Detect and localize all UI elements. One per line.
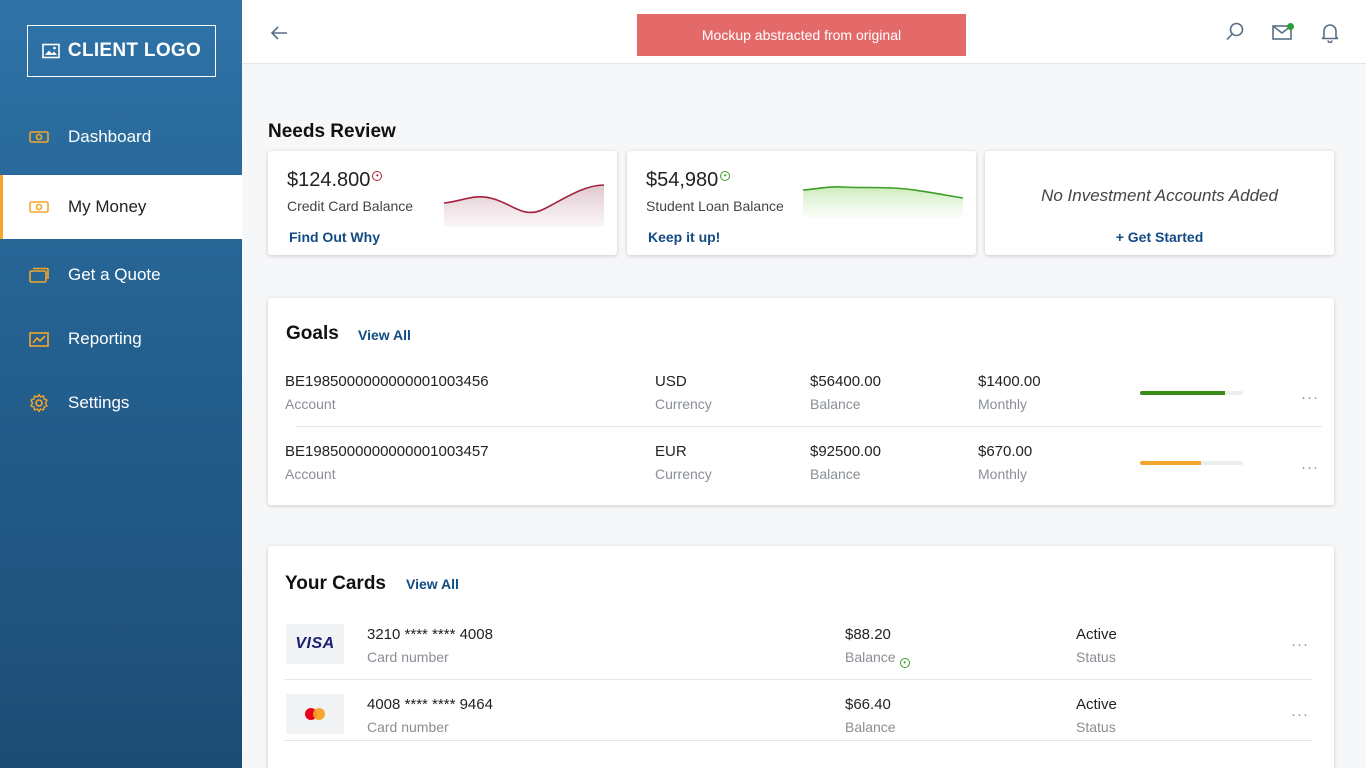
goal-monthly: $670.00	[978, 443, 1033, 460]
goals-card: Goals View All BE1985000000000001003456 …	[268, 298, 1334, 505]
goal-account-number: BE1985000000000001003457	[285, 443, 489, 460]
student-loan-review-card: $54,980 • Student Loan Balance Keep it up…	[627, 151, 976, 255]
row-divider	[285, 740, 1312, 741]
goal-currency: EUR	[655, 443, 687, 460]
credit-card-sparkline	[444, 184, 604, 227]
goal-account-label: Account	[285, 466, 336, 482]
get-started-label: Get Started	[1127, 229, 1204, 245]
your-cards-title: Your Cards	[285, 573, 387, 594]
card-status-label: Status	[1076, 649, 1116, 665]
gear-icon	[29, 393, 49, 413]
notification-dot	[1287, 23, 1294, 30]
needs-review-title: Needs Review	[268, 121, 396, 142]
card-number-label: Card number	[367, 719, 449, 735]
card-number: 3210 **** **** 4008	[367, 626, 493, 643]
sidebar-item-get-a-quote[interactable]: Get a Quote	[0, 243, 242, 307]
card-status-label: Status	[1076, 719, 1116, 735]
card-balance: $88.20	[845, 626, 891, 643]
goals-view-all-link[interactable]: View All	[358, 327, 411, 343]
plus-icon: +	[1115, 229, 1128, 245]
search-icon[interactable]	[1224, 21, 1246, 43]
credit-card-label: Credit Card Balance	[287, 198, 414, 214]
find-out-why-link[interactable]: Find Out Why	[289, 229, 380, 245]
more-options-icon[interactable]: ···	[1301, 459, 1319, 476]
credit-card-review-card: $124.800 • Credit Card Balance Find Out W…	[268, 151, 617, 255]
more-options-icon[interactable]: ···	[1291, 636, 1309, 653]
card-number: 4008 **** **** 9464	[367, 696, 493, 713]
visa-logo-text: VISA	[295, 635, 335, 652]
investment-review-card: No Investment Accounts Added + Get Start…	[985, 151, 1334, 255]
keep-it-up-link[interactable]: Keep it up!	[648, 229, 720, 245]
money-icon	[29, 127, 49, 147]
goal-currency-label: Currency	[655, 466, 712, 482]
cards-icon	[29, 265, 49, 285]
balance-label-text: Balance	[845, 649, 896, 665]
visa-logo: VISA	[286, 624, 344, 664]
sidebar-item-settings[interactable]: Settings	[0, 371, 242, 435]
card-balance-label: Balance •	[845, 649, 910, 668]
student-loan-label: Student Loan Balance	[646, 198, 784, 214]
more-options-icon[interactable]: ···	[1301, 389, 1319, 406]
top-bar: Mockup abstracted from original	[242, 0, 1366, 64]
client-logo[interactable]: CLIENT LOGO	[27, 25, 216, 77]
goal-balance-label: Balance	[810, 396, 861, 412]
client-logo-label: CLIENT LOGO	[67, 40, 202, 61]
card-status: Active	[1076, 696, 1117, 713]
goal-progress-bar	[1140, 391, 1243, 395]
chart-icon	[29, 329, 49, 349]
trend-down-icon: •	[372, 171, 383, 181]
sidebar-item-my-money[interactable]: My Money	[0, 175, 242, 239]
mastercard-icon	[305, 708, 325, 720]
sidebar-item-dashboard[interactable]: Dashboard	[0, 105, 242, 169]
money-icon	[29, 197, 49, 217]
sidebar-item-reporting[interactable]: Reporting	[0, 307, 242, 371]
no-investment-message: No Investment Accounts Added	[1041, 186, 1278, 205]
mockup-banner: Mockup abstracted from original	[637, 14, 966, 56]
cards-view-all-link[interactable]: View All	[406, 576, 459, 592]
goal-currency-label: Currency	[655, 396, 712, 412]
image-icon	[42, 43, 60, 59]
goal-account-number: BE1985000000000001003456	[285, 373, 489, 390]
amount-value: $124.800	[287, 169, 371, 191]
credit-card-amount: $124.800 •	[287, 169, 383, 192]
goal-monthly-label: Monthly	[978, 466, 1028, 482]
trend-up-icon: •	[899, 658, 910, 668]
sidebar-item-label: Reporting	[68, 329, 142, 348]
mastercard-logo	[286, 694, 344, 734]
goal-monthly: $1400.00	[978, 373, 1041, 390]
goal-progress-bar	[1140, 461, 1243, 465]
trend-up-icon: •	[720, 171, 731, 181]
goal-progress-fill	[1140, 391, 1226, 395]
sidebar-item-label: Get a Quote	[68, 265, 161, 284]
more-options-icon[interactable]: ···	[1291, 706, 1309, 723]
goal-balance: $56400.00	[810, 373, 881, 390]
student-loan-sparkline	[803, 186, 963, 217]
goal-balance-label: Balance	[810, 466, 861, 482]
get-started-button[interactable]: + Get Started	[985, 229, 1334, 245]
amount-value: $54,980	[646, 169, 719, 191]
goal-monthly-label: Monthly	[978, 396, 1028, 412]
goal-account-label: Account	[285, 396, 336, 412]
goal-balance: $92500.00	[810, 443, 881, 460]
card-number-label: Card number	[367, 649, 449, 665]
goals-title: Goals	[286, 323, 339, 344]
card-balance: $66.40	[845, 696, 891, 713]
your-cards-card: Your Cards View All VISA 3210 **** **** …	[268, 546, 1334, 768]
sidebar: CLIENT LOGO Dashboard My Money Get a Quo…	[0, 0, 242, 768]
sidebar-item-label: Settings	[68, 393, 130, 412]
sidebar-item-label: My Money	[68, 197, 147, 216]
sidebar-item-label: Dashboard	[68, 127, 152, 146]
row-divider	[296, 426, 1322, 427]
goal-currency: USD	[655, 373, 687, 390]
bell-icon[interactable]	[1319, 21, 1341, 43]
card-balance-label: Balance	[845, 719, 896, 735]
goal-progress-fill	[1140, 461, 1201, 465]
card-status: Active	[1076, 626, 1117, 643]
back-arrow-icon[interactable]	[268, 22, 290, 44]
row-divider	[285, 679, 1312, 680]
student-loan-amount: $54,980 •	[646, 169, 731, 192]
